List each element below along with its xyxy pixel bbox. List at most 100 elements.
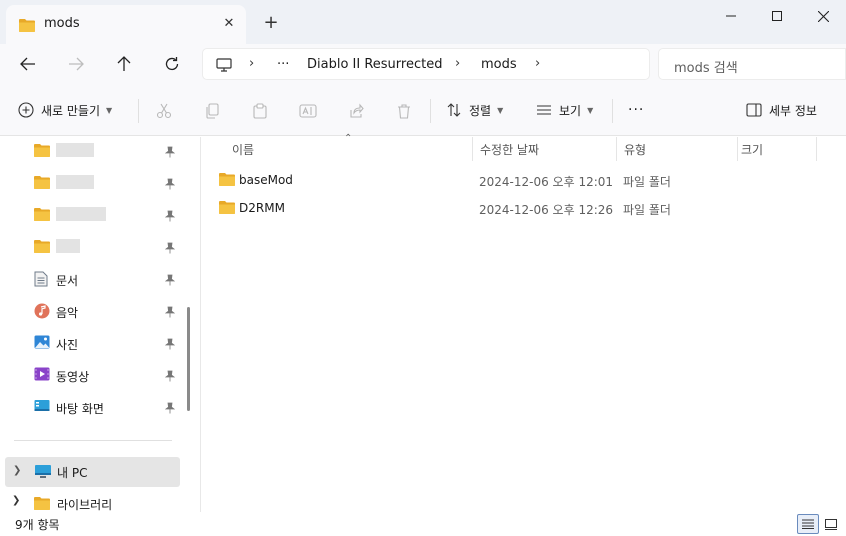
scissors-icon bbox=[156, 103, 172, 119]
music-icon bbox=[34, 303, 50, 322]
sidebar-scrollbar[interactable] bbox=[187, 307, 190, 411]
share-button[interactable] bbox=[346, 101, 366, 121]
back-button[interactable] bbox=[14, 52, 42, 76]
file-list: ⌃ 이름 수정한 날짜 유형 크기 baseMod 2024-12-06 오후 … bbox=[201, 133, 846, 512]
view-button[interactable]: 보기 ▼ bbox=[536, 98, 593, 122]
view-button-label: 보기 bbox=[559, 103, 582, 118]
close-window-button[interactable] bbox=[800, 0, 846, 32]
computer-icon bbox=[34, 464, 52, 482]
column-header-size[interactable]: 크기 bbox=[738, 137, 816, 161]
trash-icon bbox=[398, 104, 410, 119]
sidebar-item-pinned-folder[interactable] bbox=[0, 233, 180, 263]
title-bar: mods ✕ + bbox=[0, 0, 846, 44]
redacted-label bbox=[56, 143, 94, 157]
tab-close-button[interactable]: ✕ bbox=[220, 15, 238, 33]
clipboard-icon bbox=[253, 103, 267, 119]
details-view-icon bbox=[802, 519, 814, 529]
sidebar-item-label: 내 PC bbox=[57, 466, 88, 480]
address-bar[interactable]: › ··· Diablo II Resurrected › mods › bbox=[202, 48, 650, 80]
redacted-label bbox=[56, 175, 94, 189]
details-pane-icon bbox=[746, 103, 762, 117]
new-tab-button[interactable]: + bbox=[262, 14, 280, 32]
copy-button[interactable] bbox=[202, 101, 222, 121]
file-type: 파일 폴더 bbox=[623, 175, 671, 189]
desktop-icon bbox=[34, 399, 50, 416]
picture-icon bbox=[34, 335, 50, 352]
file-row[interactable]: D2RMM 2024-12-06 오후 12:26 파일 폴더 bbox=[215, 195, 835, 221]
command-bar: 새로 만들기 ▼ 정렬 ▼ 보기 ▼ ··· 세부 정보 bbox=[0, 84, 846, 136]
details-pane-button[interactable]: 세부 정보 bbox=[746, 98, 817, 122]
file-date: 2024-12-06 오후 12:01 bbox=[479, 175, 614, 189]
tab-mods[interactable]: mods ✕ bbox=[6, 5, 246, 44]
folder-icon bbox=[219, 172, 235, 189]
tab-title: mods bbox=[44, 16, 80, 31]
new-button[interactable]: 새로 만들기 ▼ bbox=[18, 98, 112, 122]
column-header-label: 유형 bbox=[624, 143, 647, 157]
sidebar-item-videos[interactable]: 동영상 bbox=[0, 361, 180, 391]
divider bbox=[612, 99, 613, 123]
cut-button[interactable] bbox=[154, 101, 174, 121]
sidebar-item-my-pc[interactable]: ❯ 내 PC bbox=[5, 457, 180, 487]
pin-icon bbox=[164, 306, 176, 321]
tiles-view-icon bbox=[825, 518, 837, 530]
search-box[interactable]: mods 검색 bbox=[658, 48, 846, 80]
breadcrumb-overflow[interactable]: ··· bbox=[277, 57, 289, 72]
sidebar-item-desktop[interactable]: 바탕 화면 bbox=[0, 393, 180, 423]
video-icon bbox=[34, 367, 50, 384]
paste-button[interactable] bbox=[250, 101, 270, 121]
up-button[interactable] bbox=[110, 52, 138, 76]
sort-button[interactable]: 정렬 ▼ bbox=[446, 98, 503, 122]
refresh-button[interactable] bbox=[158, 52, 186, 76]
chevron-right-icon[interactable]: ❯ bbox=[13, 465, 21, 476]
folder-icon bbox=[34, 143, 50, 160]
delete-button[interactable] bbox=[394, 101, 414, 121]
file-row[interactable]: baseMod 2024-12-06 오후 12:01 파일 폴더 bbox=[215, 167, 835, 193]
sidebar-item-pinned-folder[interactable] bbox=[0, 169, 180, 199]
library-folder-icon bbox=[34, 496, 50, 512]
copy-icon bbox=[206, 103, 219, 119]
plus-circle-icon bbox=[18, 102, 34, 118]
pin-icon bbox=[164, 210, 176, 225]
refresh-icon bbox=[165, 57, 179, 71]
chevron-right-icon: › bbox=[249, 56, 255, 71]
sidebar-item-pinned-folder[interactable] bbox=[0, 137, 180, 167]
chevron-down-icon: ▼ bbox=[106, 105, 113, 115]
chevron-right-icon: › bbox=[455, 56, 461, 71]
sidebar-item-pictures[interactable]: 사진 bbox=[0, 329, 180, 359]
breadcrumb-mods[interactable]: mods bbox=[481, 57, 517, 72]
view-list-icon bbox=[537, 105, 551, 115]
column-header-label: 이름 bbox=[232, 143, 255, 157]
maximize-icon bbox=[772, 11, 782, 21]
sidebar-item-library[interactable]: ❯ 라이브러리 bbox=[5, 489, 180, 512]
forward-button[interactable] bbox=[62, 52, 90, 76]
file-type: 파일 폴더 bbox=[623, 203, 671, 217]
redacted-label bbox=[56, 239, 80, 253]
column-divider[interactable] bbox=[816, 137, 817, 161]
sort-button-label: 정렬 bbox=[469, 103, 492, 118]
details-pane-label: 세부 정보 bbox=[769, 103, 817, 118]
sidebar-item-pinned-folder[interactable] bbox=[0, 201, 180, 231]
sidebar-item-documents[interactable]: 문서 bbox=[0, 265, 180, 295]
details-view-button[interactable] bbox=[797, 514, 819, 534]
folder-icon bbox=[34, 175, 50, 192]
chevron-down-icon: ▼ bbox=[587, 105, 594, 115]
column-header-date[interactable]: 수정한 날짜 bbox=[473, 137, 617, 161]
navigation-bar: › ··· Diablo II Resurrected › mods › mod… bbox=[0, 44, 846, 84]
rename-icon bbox=[299, 104, 317, 118]
search-placeholder: mods 검색 bbox=[674, 61, 738, 76]
rename-button[interactable] bbox=[298, 101, 318, 121]
chevron-down-icon[interactable]: ❯ bbox=[12, 495, 20, 506]
breadcrumb-diablo[interactable]: Diablo II Resurrected bbox=[307, 57, 442, 72]
arrow-right-icon bbox=[69, 57, 84, 71]
more-options-button[interactable]: ··· bbox=[628, 98, 644, 122]
column-header-label: 수정한 날짜 bbox=[480, 143, 540, 157]
sidebar-item-label: 음악 bbox=[56, 306, 79, 320]
tiles-view-button[interactable] bbox=[820, 514, 842, 534]
column-header-name[interactable]: 이름 bbox=[201, 137, 471, 161]
minimize-button[interactable] bbox=[708, 0, 754, 32]
column-header-type[interactable]: 유형 bbox=[617, 137, 737, 161]
new-button-label: 새로 만들기 bbox=[41, 103, 101, 118]
sidebar-item-music[interactable]: 음악 bbox=[0, 297, 180, 327]
folder-icon bbox=[219, 200, 235, 217]
maximize-button[interactable] bbox=[754, 0, 800, 32]
